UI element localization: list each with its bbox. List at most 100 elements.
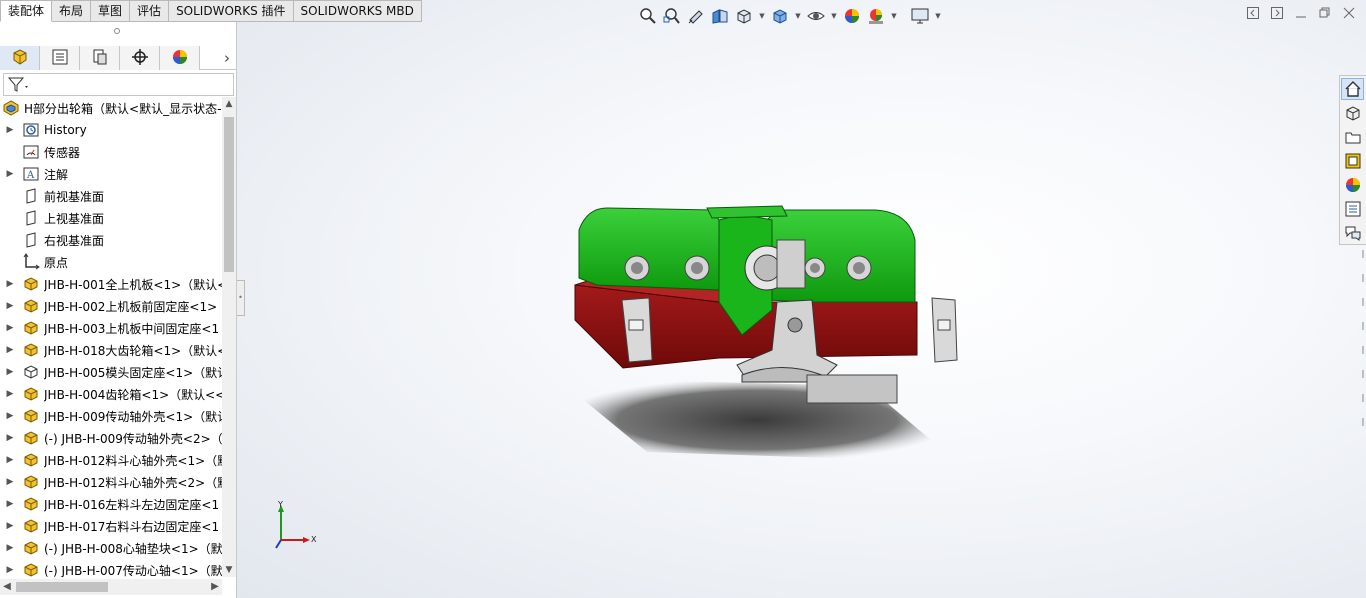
- tree-item-history[interactable]: ▶ History: [0, 119, 222, 141]
- tree-root[interactable]: H部分出轮箱（默认<默认_显示状态-: [0, 97, 222, 119]
- section-view-icon[interactable]: [709, 5, 731, 27]
- tree-item-part[interactable]: ▶ JHB-H-005模头固定座<1>（默认: [0, 361, 222, 383]
- panel-left-icon[interactable]: [1246, 6, 1260, 20]
- feature-filter[interactable]: [3, 73, 234, 96]
- dropdown-arrow-icon[interactable]: ▼: [757, 12, 767, 20]
- scroll-left-icon[interactable]: ◀: [0, 579, 14, 595]
- home-icon[interactable]: [1341, 78, 1364, 100]
- tab-solidworks-addins[interactable]: SOLIDWORKS 插件: [169, 0, 294, 22]
- tree-item-part[interactable]: ▶ JHB-H-003上机板中间固定座<1: [0, 317, 222, 339]
- tree-item-top-plane[interactable]: 上视基准面: [0, 207, 222, 229]
- tree-item-front-plane[interactable]: 前视基准面: [0, 185, 222, 207]
- expand-arrow-icon[interactable]: ▶: [4, 455, 16, 465]
- tree-item-part[interactable]: ▶ JHB-H-001全上机板<1>（默认<: [0, 273, 222, 295]
- tree-item-part[interactable]: ▶ (-) JHB-H-007传动心轴<1>（默: [0, 559, 222, 577]
- tree-item-part[interactable]: ▶ JHB-H-004齿轮箱<1>（默认<<: [0, 383, 222, 405]
- tree-item-part[interactable]: ▶ JHB-H-018大齿轮箱<1>（默认<: [0, 339, 222, 361]
- expand-arrow-icon[interactable]: ▶: [4, 499, 16, 509]
- tree-item-label: JHB-H-003上机板中间固定座<1: [44, 321, 220, 336]
- dropdown-arrow-icon[interactable]: ▼: [793, 12, 803, 20]
- tab-evaluate[interactable]: 评估: [130, 0, 170, 22]
- tree-item-origin[interactable]: 原点: [0, 251, 222, 273]
- tab-sketch[interactable]: 草图: [91, 0, 131, 22]
- tree-item-right-plane[interactable]: 右视基准面: [0, 229, 222, 251]
- plane-icon: [22, 231, 40, 249]
- tab-assembly[interactable]: 装配体: [0, 0, 53, 22]
- minimize-icon[interactable]: [1294, 6, 1308, 20]
- forum-icon[interactable]: [1341, 222, 1364, 244]
- expand-arrow-icon[interactable]: ▶: [4, 323, 16, 333]
- design-library-icon[interactable]: [1341, 102, 1364, 124]
- origin-icon: [22, 253, 40, 271]
- expand-arrow-icon[interactable]: ▶: [4, 411, 16, 421]
- configuration-manager-tab[interactable]: [80, 46, 120, 70]
- dropdown-arrow-icon[interactable]: ▼: [933, 12, 943, 20]
- expand-arrow-icon[interactable]: ▶: [4, 389, 16, 399]
- assembly-model[interactable]: [537, 190, 997, 480]
- tree-item-label: JHB-H-017右料斗右边固定座<1: [44, 519, 220, 534]
- tree-item-part[interactable]: ▶ (-) JHB-H-008心轴垫块<1>（默: [0, 537, 222, 559]
- zoom-to-fit-icon[interactable]: [637, 5, 659, 27]
- file-explorer-icon[interactable]: [1341, 126, 1364, 148]
- graphics-area[interactable]: ▼ ▼ ▼ ▼ ▼ Y X: [237, 0, 1366, 598]
- scroll-right-icon[interactable]: ▶: [208, 579, 222, 595]
- scroll-up-icon[interactable]: ▲: [222, 97, 236, 111]
- custom-properties-icon[interactable]: [1341, 198, 1364, 220]
- scroll-thumb[interactable]: [16, 582, 108, 592]
- tree-horizontal-scrollbar[interactable]: ◀ ▶: [0, 579, 222, 595]
- tree-item-part[interactable]: ▶ JHB-H-017右料斗右边固定座<1: [0, 515, 222, 537]
- tree-item-part[interactable]: ▶ (-) JHB-H-009传动轴外壳<2>（: [0, 427, 222, 449]
- panel-collapse-handle[interactable]: •: [237, 280, 245, 316]
- close-icon[interactable]: [1342, 6, 1356, 20]
- panel-grip-icon[interactable]: [114, 28, 120, 34]
- dropdown-arrow-icon[interactable]: ▼: [889, 12, 899, 20]
- display-manager-tab[interactable]: [160, 46, 200, 70]
- tab-layout[interactable]: 布局: [52, 0, 92, 22]
- expand-arrow-icon[interactable]: ▶: [4, 367, 16, 377]
- tree-item-sensors[interactable]: 传感器: [0, 141, 222, 163]
- display-style-icon[interactable]: [769, 5, 791, 27]
- scroll-thumb[interactable]: [224, 117, 234, 272]
- tree-item-part[interactable]: ▶ JHB-H-012料斗心轴外壳<1>（默: [0, 449, 222, 471]
- filter-icon[interactable]: [7, 76, 31, 97]
- expand-arrow-icon[interactable]: ▶: [4, 169, 16, 179]
- expand-arrow-icon[interactable]: ▶: [4, 521, 16, 531]
- apply-scene-icon[interactable]: [865, 5, 887, 27]
- property-manager-tab[interactable]: [40, 46, 80, 70]
- tab-solidworks-mbd[interactable]: SOLIDWORKS MBD: [293, 0, 422, 22]
- view-settings-icon[interactable]: [909, 5, 931, 27]
- expand-arrow-icon[interactable]: ▶: [4, 433, 16, 443]
- tree-item-part[interactable]: ▶ JHB-H-012料斗心轴外壳<2>（默: [0, 471, 222, 493]
- expand-arrow-icon[interactable]: ▶: [4, 543, 16, 553]
- tree-item-part[interactable]: ▶ JHB-H-009传动轴外壳<1>（默认: [0, 405, 222, 427]
- tree-vertical-scrollbar[interactable]: ▲ ▼: [222, 97, 236, 577]
- expand-arrow-icon[interactable]: ▶: [4, 565, 16, 575]
- dimxpert-tab[interactable]: [120, 46, 160, 70]
- more-tabs-chevron-icon[interactable]: ›: [224, 49, 230, 67]
- tree-item-annotations[interactable]: ▶ A 注解: [0, 163, 222, 185]
- expand-arrow-icon[interactable]: ▶: [4, 301, 16, 311]
- expand-arrow-icon[interactable]: ▶: [4, 279, 16, 289]
- expand-arrow-icon[interactable]: ▶: [4, 125, 16, 135]
- panel-right-icon[interactable]: [1270, 6, 1284, 20]
- view-orientation-icon[interactable]: [733, 5, 755, 27]
- expand-arrow-icon[interactable]: ▶: [4, 477, 16, 487]
- tree-item-label: JHB-H-005模头固定座<1>（默认: [44, 365, 222, 380]
- tree-item-part[interactable]: ▶ JHB-H-002上机板前固定座<1>: [0, 295, 222, 317]
- part-outline-icon: [22, 363, 40, 381]
- dropdown-arrow-icon[interactable]: ▼: [829, 12, 839, 20]
- feature-manager-tab[interactable]: [0, 46, 40, 70]
- appearances-icon[interactable]: [1341, 174, 1364, 196]
- restore-icon[interactable]: [1318, 6, 1332, 20]
- view-palette-icon[interactable]: [1341, 150, 1364, 172]
- scroll-down-icon[interactable]: ▼: [222, 563, 236, 577]
- zoom-area-icon[interactable]: [661, 5, 683, 27]
- tree-item-part[interactable]: ▶ JHB-H-016左料斗左边固定座<1: [0, 493, 222, 515]
- previous-view-icon[interactable]: [685, 5, 707, 27]
- expand-arrow-icon[interactable]: ▶: [4, 345, 16, 355]
- part-icon: [22, 407, 40, 425]
- configuration-manager-icon: [91, 48, 109, 69]
- edit-appearance-icon[interactable]: [841, 5, 863, 27]
- tree-item-label: History: [44, 123, 87, 137]
- hide-show-icon[interactable]: [805, 5, 827, 27]
